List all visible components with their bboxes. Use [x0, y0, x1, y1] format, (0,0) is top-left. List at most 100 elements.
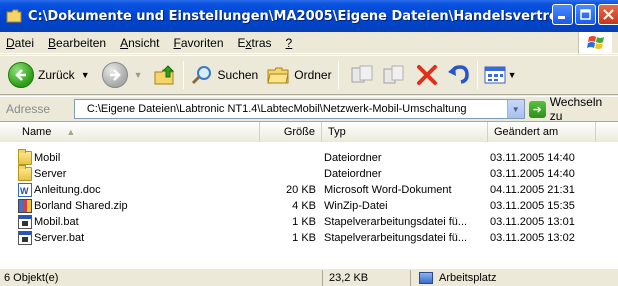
window-title: C:\Dokumente und Einstellungen\MA2005\Ei…	[28, 8, 556, 24]
search-icon	[191, 66, 211, 85]
chevron-down-icon[interactable]: ▼	[508, 70, 517, 80]
views-button[interactable]: ▼	[484, 58, 517, 92]
menu-label: avoriten	[180, 35, 224, 50]
windows-logo-icon	[578, 32, 612, 54]
toolbar-separator	[337, 61, 339, 89]
status-object-count: 6 Objekt(e)	[4, 272, 59, 284]
status-zone: Arbeitsplatz	[410, 270, 618, 286]
file-type: Microsoft Word-Dokument	[324, 184, 452, 196]
column-label: Typ	[328, 126, 346, 138]
menu-favoriten[interactable]: Favoriten	[166, 33, 230, 53]
file-size: 20 KB	[286, 184, 316, 196]
list-item[interactable]: Anleitung.doc 20 KB Microsoft Word-Dokum…	[0, 182, 618, 199]
word-document-icon	[18, 183, 32, 199]
folder-icon	[18, 165, 32, 181]
go-button[interactable]: ➜ Wechseln zu	[528, 95, 618, 123]
search-button[interactable]: Suchen	[190, 58, 259, 92]
copy-to-button[interactable]	[381, 58, 407, 92]
column-label: Name	[22, 126, 52, 138]
column-header-name[interactable]: Name ▲	[0, 122, 260, 142]
file-type: Dateiordner	[324, 168, 382, 180]
file-modified: 03.11.2005 15:35	[490, 200, 575, 212]
zip-file-icon	[18, 199, 32, 213]
column-header-type[interactable]: Typ	[322, 122, 488, 142]
list-item[interactable]: Server Dateiordner 03.11.2005 14:40	[0, 165, 618, 182]
maximize-icon	[580, 9, 591, 20]
views-icon	[484, 66, 506, 84]
back-button[interactable]: Zurück ▼	[0, 58, 90, 92]
menu-accel: B	[48, 35, 57, 50]
address-bar: Adresse C:\Eigene Dateien\Labtronic NT1.…	[0, 95, 618, 123]
column-header-modified[interactable]: Geändert am	[488, 122, 596, 142]
file-size: 4 KB	[292, 200, 316, 212]
search-label: Suchen	[217, 68, 259, 82]
list-item[interactable]: Mobil.bat 1 KB Stapelverarbeitungsdatei …	[0, 214, 618, 230]
minimize-button[interactable]	[552, 4, 573, 25]
folders-label: Ordner	[294, 68, 332, 82]
file-modified: 03.11.2005 13:01	[490, 216, 575, 228]
file-modified: 03.11.2005 13:02	[490, 232, 575, 244]
file-name: Borland Shared.zip	[34, 200, 128, 212]
close-button[interactable]	[598, 4, 618, 25]
file-name: Server.bat	[34, 232, 85, 244]
file-type: Dateiordner	[324, 152, 382, 164]
up-folder-button[interactable]	[153, 58, 177, 92]
file-list[interactable]: Name ▲ Größe Typ Geändert am Mobil Datei…	[0, 122, 618, 268]
forward-button[interactable]: ▼	[101, 58, 143, 92]
chevron-down-icon[interactable]: ▼	[81, 70, 90, 80]
move-to-icon	[351, 65, 373, 83]
menu-label: E	[237, 35, 246, 50]
column-header-filler	[596, 122, 618, 142]
list-item[interactable]: Server.bat 1 KB Stapelverarbeitungsdatei…	[0, 230, 618, 246]
file-size	[260, 166, 316, 182]
file-name: Mobil	[34, 152, 61, 164]
list-header: Name ▲ Größe Typ Geändert am	[0, 122, 618, 142]
folder-icon	[6, 9, 22, 23]
folders-icon	[267, 67, 289, 84]
move-to-button[interactable]	[349, 58, 375, 92]
undo-button[interactable]	[447, 58, 471, 92]
menu-label: nsicht	[128, 35, 160, 50]
copy-to-icon	[383, 65, 404, 84]
file-modified: 04.11.2005 21:31	[490, 184, 575, 196]
list-item[interactable]: Borland Shared.zip 4 KB WinZip-Datei 03.…	[0, 198, 618, 214]
menu-help[interactable]: ?	[279, 33, 300, 53]
file-type: Stapelverarbeitungsdatei fü...	[324, 216, 468, 228]
file-name: Server	[34, 168, 67, 180]
status-zone-label: Arbeitsplatz	[439, 272, 497, 284]
status-bar: 6 Objekt(e) 23,2 KB Arbeitsplatz	[0, 268, 618, 286]
menu-bearbeiten[interactable]: Bearbeiten	[41, 33, 113, 53]
menu-accel: ?	[285, 35, 293, 50]
menu-ansicht[interactable]: Ansicht	[113, 33, 166, 53]
menu-accel: D	[6, 35, 15, 50]
delete-button[interactable]	[415, 58, 439, 92]
list-item[interactable]: Mobil Dateiordner 03.11.2005 14:40	[0, 149, 618, 166]
folder-icon	[18, 149, 32, 165]
menu-accel: A	[120, 35, 129, 50]
close-icon	[603, 9, 614, 20]
back-arrow-icon	[8, 62, 34, 88]
menu-extras[interactable]: Extras	[231, 33, 279, 53]
address-label: Adresse	[6, 102, 51, 116]
menu-datei[interactable]: Datei	[0, 33, 41, 53]
column-label: Größe	[283, 126, 315, 138]
column-label: Geändert am	[494, 126, 559, 138]
toolbar-separator	[476, 61, 478, 89]
file-modified: 03.11.2005 14:40	[490, 152, 575, 164]
address-input[interactable]: C:\Eigene Dateien\Labtronic NT1.4\Labtec…	[73, 99, 525, 119]
title-bar[interactable]: C:\Dokumente und Einstellungen\MA2005\Ei…	[0, 0, 618, 32]
chevron-down-icon[interactable]: ▼	[506, 100, 524, 118]
my-computer-icon	[419, 272, 433, 285]
go-arrow-icon: ➜	[528, 100, 546, 118]
back-label: Zurück	[38, 68, 75, 82]
sort-ascending-icon: ▲	[66, 127, 76, 137]
maximize-button[interactable]	[575, 4, 596, 25]
column-header-size[interactable]: Größe	[260, 122, 322, 142]
chevron-down-icon[interactable]: ▼	[134, 70, 143, 80]
folders-button[interactable]: Ordner	[266, 58, 332, 92]
forward-arrow-icon	[101, 62, 128, 88]
file-size	[260, 150, 316, 166]
undo-icon	[447, 65, 469, 84]
go-label: Wechseln zu	[549, 95, 603, 123]
up-folder-icon	[154, 65, 174, 85]
